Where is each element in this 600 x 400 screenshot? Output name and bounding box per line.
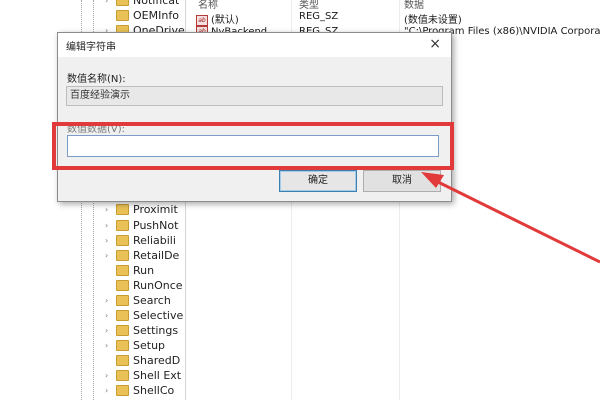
chevron-right-icon[interactable]: › [105,311,114,320]
dialog-titlebar[interactable]: 编辑字符串 × [58,33,451,57]
tree-item[interactable]: › RetailDe [105,248,185,263]
tree-item[interactable]: › Notificat [105,0,185,8]
value-data: (数值未设置) [404,15,462,26]
value-name-field: 百度经验演示 [66,86,443,106]
folder-icon [116,310,129,321]
folder-icon [116,220,129,231]
chevron-right-icon[interactable]: › [105,221,114,230]
tree-item-label: Shell Ext [133,369,182,382]
chevron-right-icon[interactable]: › [105,326,114,335]
tree-item[interactable]: RunOnce [105,278,185,293]
tree-item[interactable]: › Setup [105,338,185,353]
folder-icon [116,325,129,336]
tree-item-label: ShellCo [133,384,175,397]
tree-item-label: Search [133,294,171,307]
folder-icon [116,204,129,215]
tree-item-label: PushNot [133,219,179,232]
tree-item-label: Selective [133,309,184,322]
chevron-right-icon[interactable]: › [105,205,114,214]
column-header-type[interactable]: 类型 [299,0,319,11]
tree-item-label: Reliabili [133,234,176,247]
folder-icon [116,265,129,276]
folder-icon [116,250,129,261]
folder-icon [116,370,129,381]
annotation-highlight-box [52,122,454,170]
tree-item[interactable]: Run [105,263,185,278]
tree-item-label: RunOnce [133,279,183,292]
edit-string-dialog: 编辑字符串 × 数值名称(N): 百度经验演示 数值数据(V): 确定 取消 [57,32,452,202]
value-name-text: (默认) [211,15,239,26]
folder-icon [116,340,129,351]
tree-item-label: Run [133,264,155,277]
chevron-right-icon[interactable]: › [105,386,114,395]
chevron-right-icon[interactable]: › [105,371,114,380]
tree-item[interactable]: › ShellCo [105,383,185,398]
tree-item-label: Settings [133,324,179,337]
folder-icon [116,10,129,21]
cancel-button[interactable]: 取消 [363,170,441,192]
column-header-data[interactable]: 数据 [404,0,424,11]
tree-item[interactable]: › PushNot [105,218,185,233]
tree-item-label: Notificat [133,0,180,7]
tree-item[interactable]: › Reliabili [105,233,185,248]
close-icon[interactable]: × [429,36,441,52]
tree-item[interactable]: SharedD [105,353,185,368]
chevron-right-icon[interactable]: › [105,236,114,245]
chevron-right-icon[interactable]: › [105,341,114,350]
list-header: 名称 类型 数据 [186,0,600,11]
dialog-title: 编辑字符串 [66,42,116,53]
tree-item[interactable]: › Proximit [105,202,185,217]
string-value-icon: ab [196,14,208,26]
folder-icon [116,295,129,306]
tree-item-label: OEMInfo [133,9,179,22]
folder-icon [116,0,129,6]
tree-item[interactable]: › Shell Ext [105,368,185,383]
tree-item[interactable]: › Search [105,293,185,308]
folder-icon [116,280,129,291]
tree-item-label: RetailDe [133,249,180,262]
value-name: ab (默认) [196,11,239,26]
ok-button[interactable]: 确定 [279,170,357,192]
tree-item[interactable]: OEMInfo [105,8,185,23]
value-name-label: 数值名称(N): [67,74,126,85]
tree-item-label: Proximit [133,203,178,216]
folder-icon [116,235,129,246]
tree-item[interactable]: › Selective [105,308,185,323]
folder-icon [116,355,129,366]
column-header-name[interactable]: 名称 [198,0,218,11]
tree-item-label: Setup [133,339,166,352]
tree-item[interactable]: › Settings [105,323,185,338]
folder-icon [116,385,129,396]
chevron-right-icon[interactable]: › [105,251,114,260]
value-type: REG_SZ [299,11,339,22]
chevron-right-icon[interactable]: › [105,296,114,305]
list-row[interactable]: ab (默认) REG_SZ (数值未设置) [186,11,600,26]
chevron-right-icon[interactable]: › [105,0,114,5]
tree-item-label: SharedD [133,354,181,367]
